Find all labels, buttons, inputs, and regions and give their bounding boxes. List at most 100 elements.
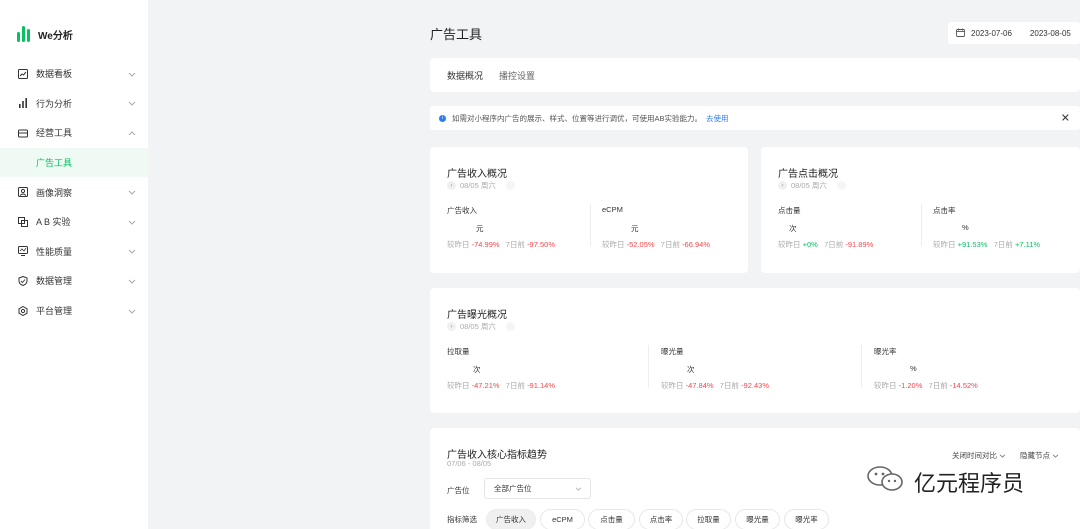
gear-icon — [18, 305, 28, 316]
sidebar-item-behavior[interactable]: 行为分析 — [0, 89, 148, 119]
prev-day-icon[interactable]: ‹ — [778, 181, 787, 190]
monitor-icon — [18, 246, 28, 257]
compare-value: +91.53% — [957, 240, 988, 249]
chip-ad-revenue[interactable]: 广告收入 — [486, 509, 536, 529]
toolbox-icon — [18, 128, 28, 138]
divider — [861, 345, 862, 387]
metric-exposure-count: 曝光量 次 较昨日 -47.84% 7日前 -92.43% — [661, 346, 769, 390]
exposure-overview-card: 广告曝光概况 ‹ 08/05 周六 拉取量 次 较昨日 -47.21% 7日前 … — [430, 288, 1080, 413]
sidebar-item-performance[interactable]: 性能质量 — [0, 237, 148, 267]
chip-click-rate[interactable]: 点击率 — [639, 509, 683, 529]
compare-value: -47.84% — [685, 381, 714, 390]
metric-compare: 较昨日 -47.84% 7日前 -92.43% — [661, 380, 769, 391]
chevron-up-icon — [128, 128, 136, 138]
card-date-text: 08/05 周六 — [460, 322, 496, 331]
compare-label: 较昨日 — [447, 381, 470, 390]
chevron-down-icon — [128, 217, 136, 227]
compare-value: -1.20% — [898, 381, 923, 390]
prev-day-icon[interactable]: ‹ — [447, 181, 456, 190]
chip-exposure-count[interactable]: 曝光量 — [735, 509, 780, 529]
chevron-down-icon — [128, 69, 136, 79]
sidebar-subitem-ad-tools[interactable]: 广告工具 — [0, 147, 148, 178]
compare-label: 7日前 — [824, 240, 844, 249]
info-icon: i — [439, 114, 446, 122]
chevron-down-icon — [128, 276, 136, 286]
chevron-down-icon — [575, 484, 582, 493]
portrait-icon — [18, 187, 28, 198]
sidebar-item-ab-test[interactable]: A B 实验 — [0, 207, 148, 237]
metric-unit: % — [962, 223, 969, 232]
compare-value: -47.21% — [471, 381, 500, 390]
metric-unit: % — [910, 364, 917, 373]
compare-label: 较昨日 — [778, 240, 801, 249]
notice-link[interactable]: 去使用 — [706, 113, 729, 124]
bar-chart-icon — [18, 98, 28, 109]
chevron-down-icon — [128, 187, 136, 197]
divider — [590, 204, 591, 246]
compare-value: -74.99% — [471, 240, 500, 249]
card-title: 广告曝光概况 — [447, 310, 507, 321]
sidebar-item-portrait[interactable]: 画像洞察 — [0, 177, 148, 207]
ad-slot-select[interactable]: 全部广告位 — [484, 478, 591, 499]
date-start: 2023-07-06 — [971, 28, 1012, 38]
tabs-bar: 数据概况 播控设置 — [430, 58, 1080, 92]
compare-label: 7日前 — [660, 240, 680, 249]
chevron-down-icon — [1052, 451, 1059, 460]
metric-compare: 较昨日 -52.05% 7日前 -66.94% — [602, 239, 710, 250]
metric-label: 拉取量 — [447, 347, 470, 356]
metric-exposure-rate: 曝光率 % 较昨日 -1.20% 7日前 -14.52% — [874, 346, 978, 390]
sidebar-item-label: 平台管理 — [36, 306, 73, 317]
compare-value: -52.05% — [626, 240, 655, 249]
compare-label: 较昨日 — [602, 240, 625, 249]
click-overview-card: 广告点击概况 ‹ 08/05 周六 点击量 次 较昨日 +0% 7日前 -91.… — [761, 147, 1080, 273]
compare-value: -92.43% — [741, 381, 769, 390]
sidebar-item-label: 性能质量 — [36, 246, 73, 257]
divider — [648, 345, 649, 387]
page-title: 广告工具 — [430, 27, 483, 42]
metric-unit: 次 — [473, 365, 481, 374]
watermark-text: 亿元程序员 — [914, 472, 1025, 497]
prev-day-icon[interactable]: ‹ — [447, 322, 456, 331]
metric-click-rate: 点击率 % 较昨日 +91.53% 7日前 +7.11% — [933, 205, 1040, 249]
metric-label: 点击量 — [778, 206, 801, 215]
card-date-text: 08/05 周六 — [460, 181, 496, 190]
app-name: We分析 — [38, 30, 73, 42]
chip-ecpm[interactable]: eCPM — [540, 509, 585, 529]
card-date: ‹ 08/05 周六 — [447, 180, 515, 191]
sidebar-item-data-management[interactable]: 数据管理 — [0, 266, 148, 296]
next-day-icon[interactable] — [505, 322, 515, 331]
shield-icon — [18, 275, 28, 286]
chip-clicks[interactable]: 点击量 — [588, 509, 635, 529]
next-day-icon[interactable] — [505, 181, 515, 190]
next-day-icon[interactable] — [836, 181, 846, 190]
metric-unit: 次 — [687, 365, 695, 374]
chart-board-icon — [18, 68, 28, 79]
compare-label: 7日前 — [719, 381, 739, 390]
sidebar-item-label: A B 实验 — [36, 217, 71, 228]
divider — [921, 204, 922, 246]
close-icon[interactable]: ✕ — [1061, 112, 1070, 125]
sidebar-item-data-board[interactable]: 数据看板 — [0, 59, 148, 89]
metric-unit: 元 — [631, 224, 639, 233]
tab-data-overview[interactable]: 数据概况 — [447, 69, 483, 82]
sidebar-item-business-tools[interactable]: 经营工具 — [0, 118, 148, 148]
metric-fetch-count: 拉取量 次 较昨日 -47.21% 7日前 -91.14% — [447, 346, 555, 390]
tab-playback-settings[interactable]: 播控设置 — [499, 69, 535, 82]
card-date-text: 08/05 周六 — [791, 181, 827, 190]
hide-nodes-toggle[interactable]: 隐藏节点 — [1020, 450, 1059, 461]
trend-range: 07/06 - 08/05 — [447, 459, 492, 468]
compare-value: -97.50% — [527, 240, 555, 249]
chip-exposure-rate[interactable]: 曝光率 — [784, 509, 829, 529]
toggle-compare[interactable]: 关闭时间对比 — [952, 450, 1006, 461]
sidebar-item-platform[interactable]: 平台管理 — [0, 296, 148, 326]
revenue-overview-card: 广告收入概况 ‹ 08/05 周六 广告收入 元 较昨日 -74.99% 7日前… — [430, 147, 748, 273]
ab-test-icon — [18, 216, 28, 227]
date-range-picker[interactable]: 2023-07-06 2023-08-05 — [948, 22, 1080, 44]
chip-fetch-count[interactable]: 拉取量 — [686, 509, 731, 529]
sidebar-item-label: 行为分析 — [36, 98, 73, 109]
app-logo[interactable]: We分析 — [17, 26, 73, 42]
hide-nodes-label: 隐藏节点 — [1020, 451, 1050, 460]
metric-label: 点击率 — [933, 206, 956, 215]
sidebar-item-label: 画像洞察 — [36, 187, 73, 198]
filter-label: 指标筛选 — [447, 515, 477, 524]
